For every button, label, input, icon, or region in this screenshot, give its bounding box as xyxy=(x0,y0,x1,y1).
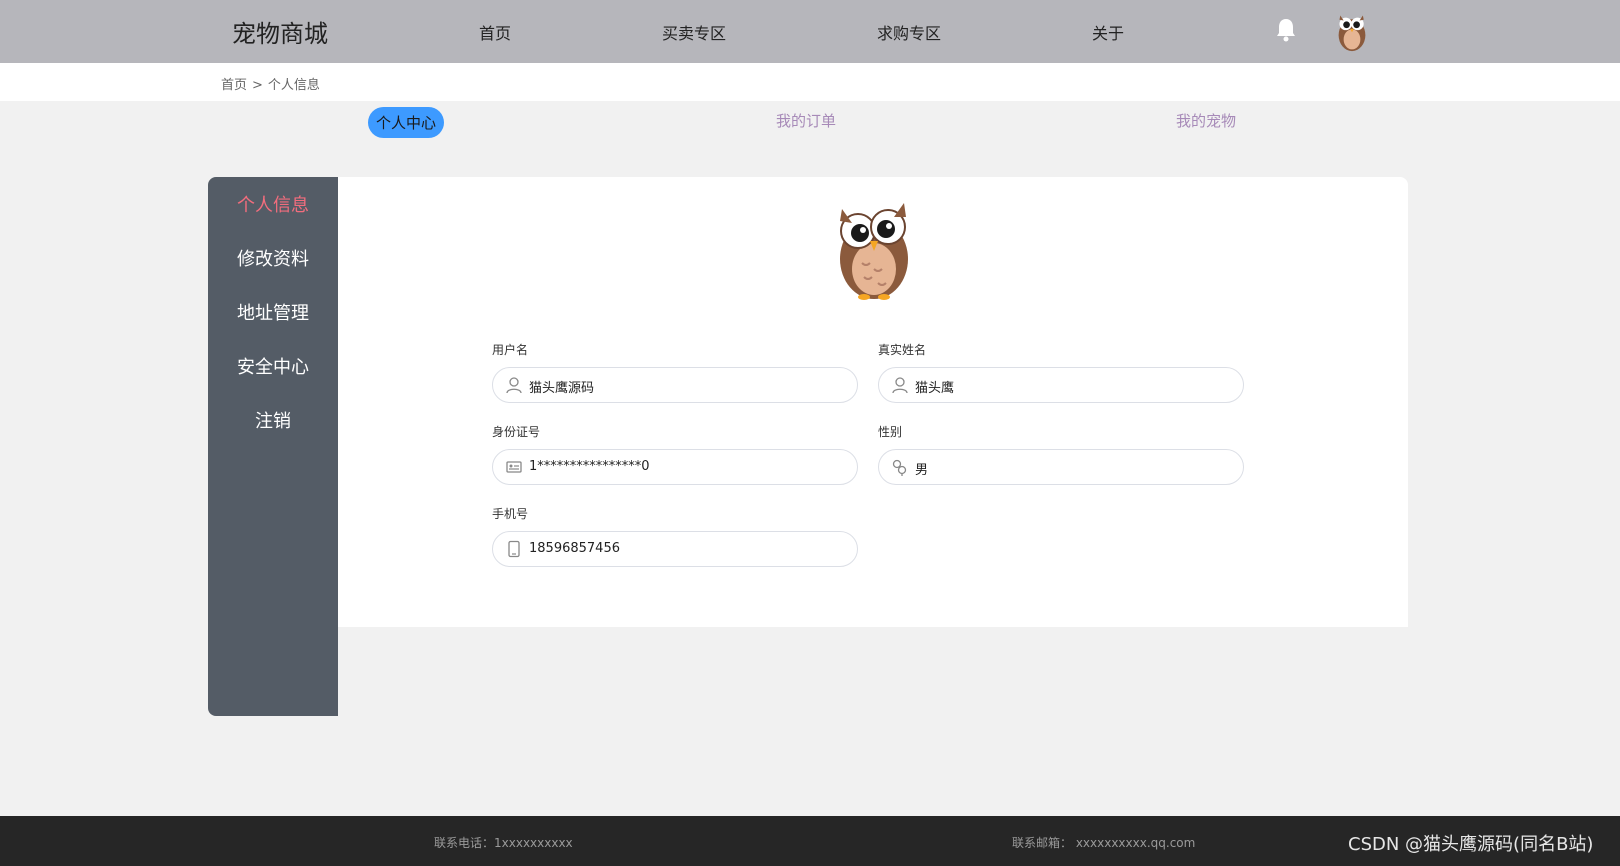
breadcrumb-home[interactable]: 首页 xyxy=(221,78,247,93)
side-item-address[interactable]: 地址管理 xyxy=(208,299,338,325)
site-logo[interactable]: 宠物商城 xyxy=(232,14,328,49)
nav-trade[interactable]: 买卖专区 xyxy=(662,20,726,44)
username-field[interactable]: 猫头鹰源码 xyxy=(492,367,858,403)
idcard-label: 身份证号 xyxy=(492,425,541,439)
footer: 联系电话：1xxxxxxxxxx 联系邮箱： xxxxxxxxxx.qq.com… xyxy=(0,816,1620,866)
realname-field[interactable]: 猫头鹰 xyxy=(878,367,1244,403)
side-menu: 个人信息 修改资料 地址管理 安全中心 注销 xyxy=(208,177,338,716)
profile-panel: 用户名 猫头鹰源码 真实姓名 猫头鹰 身份证号 1***************… xyxy=(338,177,1408,627)
breadcrumb-separator: > xyxy=(252,78,263,93)
breadcrumb-bar: 首页 > 个人信息 xyxy=(0,63,1620,101)
gender-icon xyxy=(892,459,907,476)
tab-personal-center[interactable]: 个人中心 xyxy=(368,107,445,138)
id-card-icon xyxy=(506,461,522,473)
realname-label: 真实姓名 xyxy=(878,343,927,357)
gender-value: 男 xyxy=(915,463,929,478)
realname-value: 猫头鹰 xyxy=(915,381,955,396)
nav-wanted[interactable]: 求购专区 xyxy=(877,20,941,44)
side-item-profile[interactable]: 个人信息 xyxy=(208,191,338,217)
phone-icon xyxy=(508,540,520,558)
side-item-edit-profile[interactable]: 修改资料 xyxy=(208,245,338,271)
user-icon xyxy=(506,377,522,394)
footer-email: 联系邮箱： xxxxxxxxxx.qq.com xyxy=(1012,836,1196,850)
idcard-field[interactable]: 1****************0 xyxy=(492,449,858,485)
tab-my-pets[interactable]: 我的宠物 xyxy=(1176,110,1236,131)
nav-about[interactable]: 关于 xyxy=(1092,20,1124,44)
user-icon xyxy=(892,377,908,394)
tab-my-orders[interactable]: 我的订单 xyxy=(776,110,836,131)
username-label: 用户名 xyxy=(492,343,529,357)
owl-avatar xyxy=(840,203,908,300)
breadcrumb-current: 个人信息 xyxy=(267,78,320,93)
bell-icon[interactable] xyxy=(1274,17,1298,43)
avatar[interactable] xyxy=(1329,8,1375,54)
phone-field[interactable]: 18596857456 xyxy=(492,531,858,567)
gender-field[interactable]: 男 xyxy=(878,449,1244,485)
username-value: 猫头鹰源码 xyxy=(529,381,595,396)
watermark: CSDN @猫头鹰源码(同名B站) xyxy=(1348,834,1594,855)
side-item-logout[interactable]: 注销 xyxy=(208,407,338,433)
nav-home[interactable]: 首页 xyxy=(479,20,511,44)
breadcrumb: 首页 > 个人信息 xyxy=(221,74,325,93)
idcard-value: 1****************0 xyxy=(529,459,650,474)
phone-value: 18596857456 xyxy=(529,541,620,556)
footer-phone: 联系电话：1xxxxxxxxxx xyxy=(434,836,573,850)
gender-label: 性别 xyxy=(878,425,903,439)
side-item-security[interactable]: 安全中心 xyxy=(208,353,338,379)
top-navbar: 宠物商城 首页 买卖专区 求购专区 关于 xyxy=(0,0,1620,63)
phone-label: 手机号 xyxy=(492,507,529,521)
